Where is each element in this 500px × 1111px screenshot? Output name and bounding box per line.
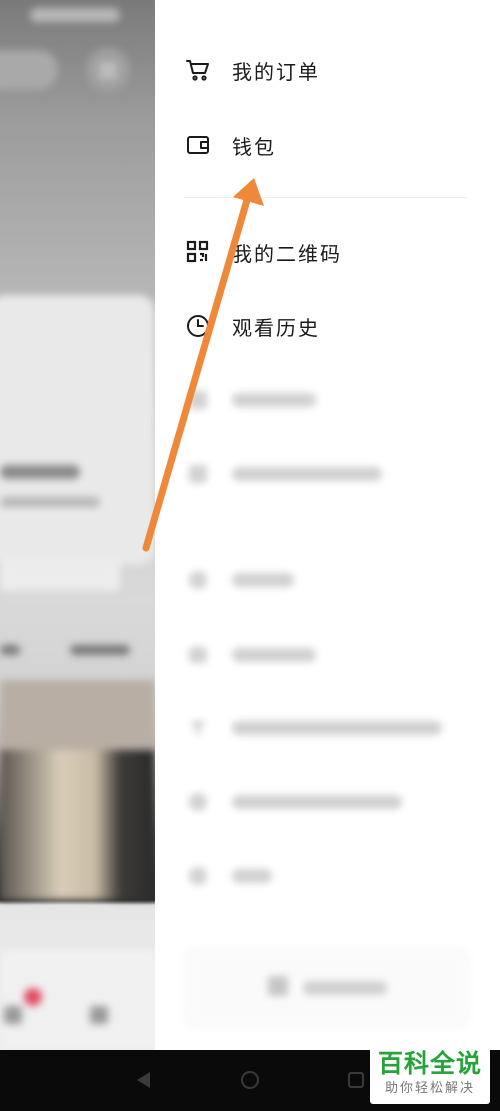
item-icon: [185, 461, 211, 487]
recents-icon[interactable]: [346, 1070, 366, 1090]
background-photo: [0, 750, 155, 900]
notification-dot: [24, 988, 42, 1006]
home-icon[interactable]: [240, 1070, 260, 1090]
item-icon: [185, 567, 211, 593]
background-profile-card: [0, 295, 155, 591]
drawer-item-label: 我的二维码: [232, 241, 342, 266]
item-icon: [185, 715, 211, 741]
drawer-item-wallet[interactable]: 钱包: [185, 125, 276, 165]
drawer-item-blurred[interactable]: [185, 782, 402, 822]
drawer-item-blurred[interactable]: [185, 380, 316, 420]
drawer-item-label: 我的订单: [232, 59, 320, 84]
drawer-item-label: 钱包: [232, 134, 276, 159]
background-photo-top: [0, 680, 155, 750]
item-icon: [185, 387, 211, 413]
drawer-item-blurred[interactable]: [185, 856, 272, 896]
grid-icon: [267, 975, 289, 1001]
background-content: [0, 0, 160, 1050]
side-drawer: 我的订单 钱包 我的二维码 观看历史: [155, 0, 500, 1050]
status-bar-blur: [30, 8, 120, 22]
watermark-logo: 百科全说 助你轻松解决: [370, 1046, 490, 1104]
drawer-divider: [185, 197, 467, 198]
back-icon[interactable]: [134, 1070, 154, 1090]
drawer-item-label: 观看历史: [232, 315, 320, 340]
item-icon: [185, 642, 211, 668]
item-icon: [185, 789, 211, 815]
background-pill: [0, 50, 58, 90]
clock-icon: [185, 313, 211, 339]
menu-button[interactable]: [86, 48, 130, 92]
drawer-item-history[interactable]: 观看历史: [185, 306, 320, 346]
watermark-subtitle: 助你轻松解决: [384, 1081, 475, 1096]
wallet-icon: [185, 132, 211, 158]
drawer-item-orders[interactable]: 我的订单: [185, 50, 320, 90]
drawer-item-blurred[interactable]: [185, 560, 294, 600]
drawer-item-qr-code[interactable]: 我的二维码: [185, 232, 342, 272]
qr-code-icon: [185, 239, 211, 265]
more-features-button[interactable]: [185, 950, 469, 1026]
drawer-item-blurred[interactable]: [185, 708, 442, 748]
drawer-item-blurred[interactable]: [185, 635, 316, 675]
drawer-item-blurred[interactable]: [185, 454, 382, 494]
item-icon: [185, 863, 211, 889]
cart-icon: [185, 57, 211, 83]
watermark-title: 百科全说: [377, 1049, 482, 1078]
